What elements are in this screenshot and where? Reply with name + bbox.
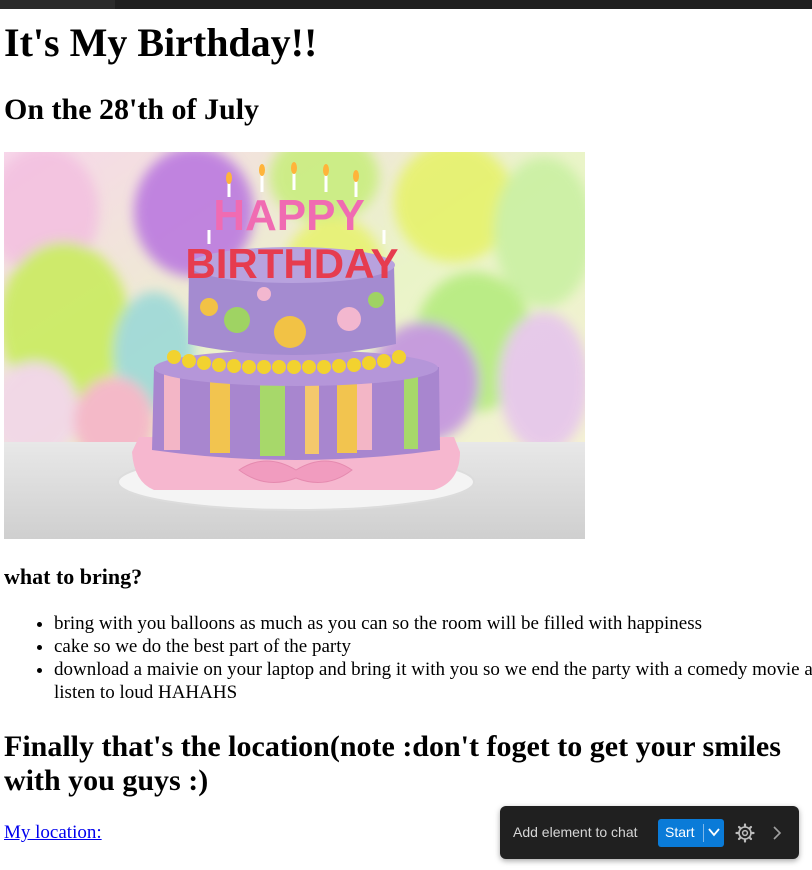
add-element-to-chat-toolbar: Add element to chat Start [500, 806, 799, 859]
date-heading: On the 28'th of July [4, 93, 260, 126]
what-to-bring-heading: what to bring? [4, 564, 143, 589]
bring-list: bring with you balloons as much as you c… [4, 612, 812, 704]
start-button-label: Start [665, 824, 695, 840]
start-button-divider [703, 824, 704, 842]
chevron-down-icon[interactable] [707, 825, 721, 839]
chevron-right-icon[interactable] [770, 825, 784, 841]
location-heading: Finally that's the location(note :don't … [4, 730, 781, 797]
location-link[interactable]: My location: [4, 821, 102, 844]
svg-text:HAPPY: HAPPY [213, 191, 365, 240]
browser-top-bar [0, 0, 812, 9]
birthday-cake-image: HAPPY BIRTHDAY [4, 152, 585, 539]
list-item: bring with you balloons as much as you c… [54, 612, 812, 635]
page-title: It's My Birthday!! [4, 20, 318, 65]
add-element-label: Add element to chat [513, 824, 638, 840]
list-item: cake so we do the best part of the party [54, 635, 812, 658]
start-button[interactable]: Start [658, 819, 724, 847]
list-item: download a maivie on your laptop and bri… [54, 658, 812, 704]
top-bar-accent [0, 0, 115, 9]
gear-icon[interactable] [735, 823, 755, 843]
svg-text:BIRTHDAY: BIRTHDAY [185, 240, 398, 287]
